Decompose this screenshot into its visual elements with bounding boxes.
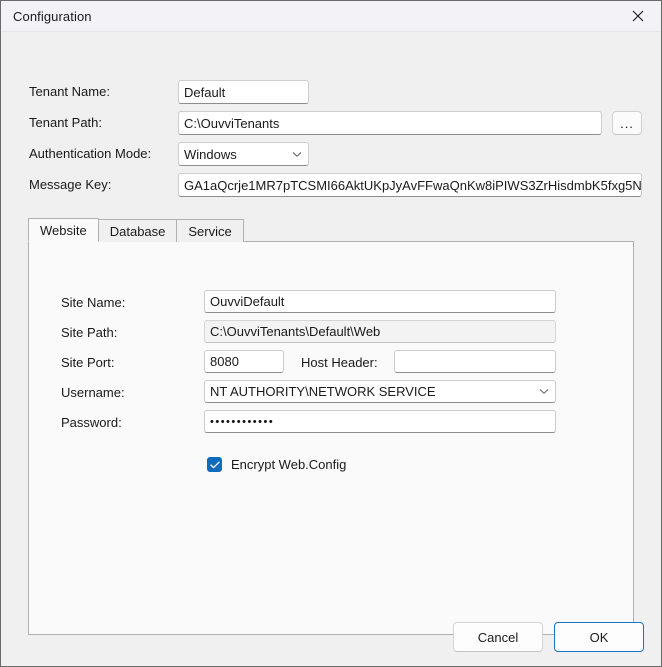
- authentication-mode-value: Windows: [184, 146, 237, 162]
- site-name-input[interactable]: OuvviDefault: [204, 290, 556, 313]
- window-title: Configuration: [13, 8, 92, 24]
- authentication-mode-label: Authentication Mode:: [29, 146, 152, 161]
- site-path-input: C:\OuvviTenants\Default\Web: [204, 320, 556, 343]
- tab-database[interactable]: Database: [97, 219, 178, 242]
- checkmark-icon: [207, 457, 222, 472]
- tenant-path-input[interactable]: C:\OuvviTenants: [178, 111, 602, 135]
- tenant-path-label: Tenant Path:: [29, 115, 102, 130]
- cancel-button[interactable]: Cancel: [453, 622, 543, 652]
- authentication-mode-select[interactable]: Windows: [178, 142, 309, 166]
- tab-service[interactable]: Service: [176, 219, 244, 242]
- close-icon[interactable]: [615, 1, 661, 31]
- website-tab-panel: Site Name: OuvviDefault Site Path: C:\Ou…: [28, 241, 634, 635]
- chevron-down-icon: [539, 388, 549, 395]
- tenant-name-input[interactable]: Default: [178, 80, 309, 104]
- chevron-down-icon: [292, 151, 302, 158]
- encrypt-webconfig-checkbox[interactable]: Encrypt Web.Config: [207, 457, 346, 472]
- host-header-input[interactable]: [394, 350, 556, 373]
- password-label: Password:: [61, 415, 122, 430]
- configuration-dialog: Configuration Tenant Name: Default Tenan…: [0, 0, 662, 667]
- ok-button[interactable]: OK: [554, 622, 644, 652]
- username-select[interactable]: NT AUTHORITY\NETWORK SERVICE: [204, 380, 556, 403]
- site-port-input[interactable]: 8080: [204, 350, 284, 373]
- encrypt-webconfig-label: Encrypt Web.Config: [231, 457, 347, 472]
- site-name-label: Site Name:: [61, 295, 126, 310]
- settings-tab-control: Website Database Service Site Name: Ouvv…: [28, 218, 634, 635]
- tab-website[interactable]: Website: [28, 218, 99, 242]
- username-value: NT AUTHORITY\NETWORK SERVICE: [210, 384, 436, 399]
- dialog-footer: Cancel OK: [1, 610, 662, 666]
- site-port-label: Site Port:: [61, 355, 115, 370]
- title-bar: Configuration: [1, 1, 661, 32]
- tab-strip: Website Database Service: [28, 218, 244, 242]
- password-value: ••••••••••••: [210, 415, 275, 428]
- message-key-label: Message Key:: [29, 177, 112, 192]
- dialog-body: Tenant Name: Default Tenant Path: C:\Ouv…: [1, 32, 661, 666]
- message-key-input[interactable]: GA1aQcrje1MR7pTCSMI66AktUKpJyAvFFwaQnKw8…: [178, 173, 642, 197]
- username-label: Username:: [61, 385, 125, 400]
- host-header-label: Host Header:: [301, 355, 378, 370]
- browse-tenant-path-button[interactable]: ...: [612, 111, 642, 135]
- password-input[interactable]: ••••••••••••: [204, 410, 556, 433]
- site-path-label: Site Path:: [61, 325, 118, 340]
- tenant-name-label: Tenant Name:: [29, 84, 110, 99]
